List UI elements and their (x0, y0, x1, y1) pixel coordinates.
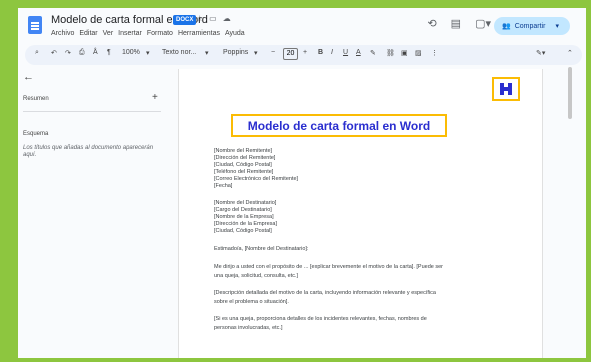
sender-line: [Fecha] (214, 183, 233, 189)
print-icon[interactable]: ⎙ (79, 49, 85, 57)
body-line: [Si es una queja, proporciona detalles d… (214, 316, 427, 322)
document-page[interactable]: Modelo de carta formal en Word [Nombre d… (178, 69, 543, 358)
add-summary-icon[interactable]: + (152, 92, 158, 103)
title-bar: Modelo de carta formal en Word DOCX ☆ ▭ … (18, 8, 586, 44)
zoom-chevron-icon[interactable]: ▾ (146, 49, 150, 57)
share-label: Compartir (514, 22, 546, 30)
logo-image (492, 77, 520, 101)
recipient-line: [Ciudad, Código Postal] (214, 228, 272, 234)
undo-icon[interactable]: ↶ (51, 49, 57, 57)
menu-ver[interactable]: Ver (103, 30, 114, 37)
font-size-decrease[interactable]: − (271, 49, 275, 56)
recipient-line: [Cargo del Destinatario] (214, 207, 272, 213)
underline-button[interactable]: U (343, 49, 348, 56)
font-size-increase[interactable]: + (303, 49, 307, 56)
style-select[interactable]: Texto nor... (162, 49, 196, 56)
menu-formato[interactable]: Formato (147, 30, 173, 37)
recipient-line: [Dirección de la Empresa] (214, 221, 277, 227)
menu-editar[interactable]: Editar (79, 30, 97, 37)
greeting-line: Estimado/a, [Nombre del Destinatario]: (214, 246, 309, 252)
people-icon: 👥 (502, 23, 511, 30)
recipient-line: [Nombre de la Empresa] (214, 214, 274, 220)
document-heading: Modelo de carta formal en Word (247, 119, 431, 133)
paint-format-icon[interactable]: ¶ (107, 49, 111, 56)
body-line: una queja, solicitud, consulta, etc.] (214, 273, 299, 279)
cloud-icon[interactable]: ☁ (223, 14, 231, 23)
body-line: Me dirijo a usted con el propósito de ..… (214, 264, 443, 270)
font-chevron-icon[interactable]: ▾ (254, 49, 258, 57)
link-icon[interactable]: ⛓ (386, 49, 395, 57)
highlight-icon[interactable]: ✎ (370, 49, 376, 57)
recipient-line: [Nombre del Destinatario] (214, 200, 277, 206)
back-arrow-icon[interactable]: ← (23, 71, 34, 83)
meet-icon[interactable]: ▢▾ (475, 17, 491, 30)
body-line: sobre el problema o situación]. (214, 299, 289, 305)
search-icon[interactable]: ⌕ (35, 49, 39, 57)
italic-button[interactable]: I (331, 49, 333, 56)
sender-line: [Ciudad, Código Postal] (214, 162, 272, 168)
comments-icon[interactable]: ▤ (451, 17, 461, 30)
share-button[interactable]: 👥 Compartir ▾ (494, 17, 570, 35)
docs-window: Modelo de carta formal en Word DOCX ☆ ▭ … (18, 8, 586, 358)
comment-add-icon[interactable]: ▣ (401, 49, 408, 57)
outline-sidebar: ← Resumen + Esquema Los títulos que añad… (18, 68, 163, 358)
outline-label: Esquema (23, 131, 49, 137)
chevron-down-icon[interactable]: ▾ (555, 22, 559, 30)
image-icon[interactable]: ▨ (415, 49, 422, 57)
body-line: personas involucradas, etc.] (214, 325, 283, 331)
docx-badge: DOCX (173, 15, 197, 25)
menu-bar: Archivo Editar Ver Insertar Formato Herr… (51, 30, 245, 37)
menu-ayuda[interactable]: Ayuda (225, 30, 245, 37)
move-folder-icon[interactable]: ▭ (209, 14, 217, 23)
redo-icon[interactable]: ↷ (65, 49, 71, 57)
menu-herramientas[interactable]: Herramientas (178, 30, 220, 37)
sender-line: [Nombre del Remitente] (214, 148, 273, 154)
sender-line: [Teléfono del Remitente] (214, 169, 274, 175)
vertical-scrollbar[interactable] (567, 65, 573, 358)
text-color-button[interactable]: A (356, 49, 361, 56)
docs-logo-icon[interactable] (28, 16, 42, 34)
sender-line: [Correo Electrónico del Remitente] (214, 176, 299, 182)
body-line: [Descripción detallada del motivo de la … (214, 290, 436, 296)
sidebar-divider (23, 111, 161, 112)
summary-label: Resumen (23, 96, 49, 102)
history-icon[interactable]: ⟲ (427, 17, 436, 30)
collapse-toolbar-icon[interactable]: ⌃ (567, 49, 573, 57)
spellcheck-icon[interactable]: Å (93, 49, 98, 56)
font-select[interactable]: Poppins (223, 49, 248, 56)
brand-logo-icon (500, 83, 512, 95)
formatting-toolbar: ⌕ ↶ ↷ ⎙ Å ¶ 100% ▾ Texto nor... ▾ Poppin… (25, 45, 582, 65)
sender-line: [Dirección del Remitente] (214, 155, 276, 161)
style-chevron-icon[interactable]: ▾ (205, 49, 209, 57)
more-options-icon[interactable]: ⋮ (431, 49, 438, 57)
title-highlight-box: Modelo de carta formal en Word (231, 114, 447, 137)
editing-mode-icon[interactable]: ✎▾ (536, 49, 545, 57)
menu-archivo[interactable]: Archivo (51, 30, 74, 37)
scrollbar-thumb[interactable] (568, 67, 572, 119)
font-size-input[interactable]: 20 (283, 48, 298, 60)
bold-button[interactable]: B (318, 49, 323, 56)
outline-hint: Los títulos que añadas al documento apar… (23, 145, 154, 158)
zoom-select[interactable]: 100% (122, 49, 140, 56)
star-icon[interactable]: ☆ (196, 14, 203, 23)
menu-insertar[interactable]: Insertar (118, 30, 142, 37)
